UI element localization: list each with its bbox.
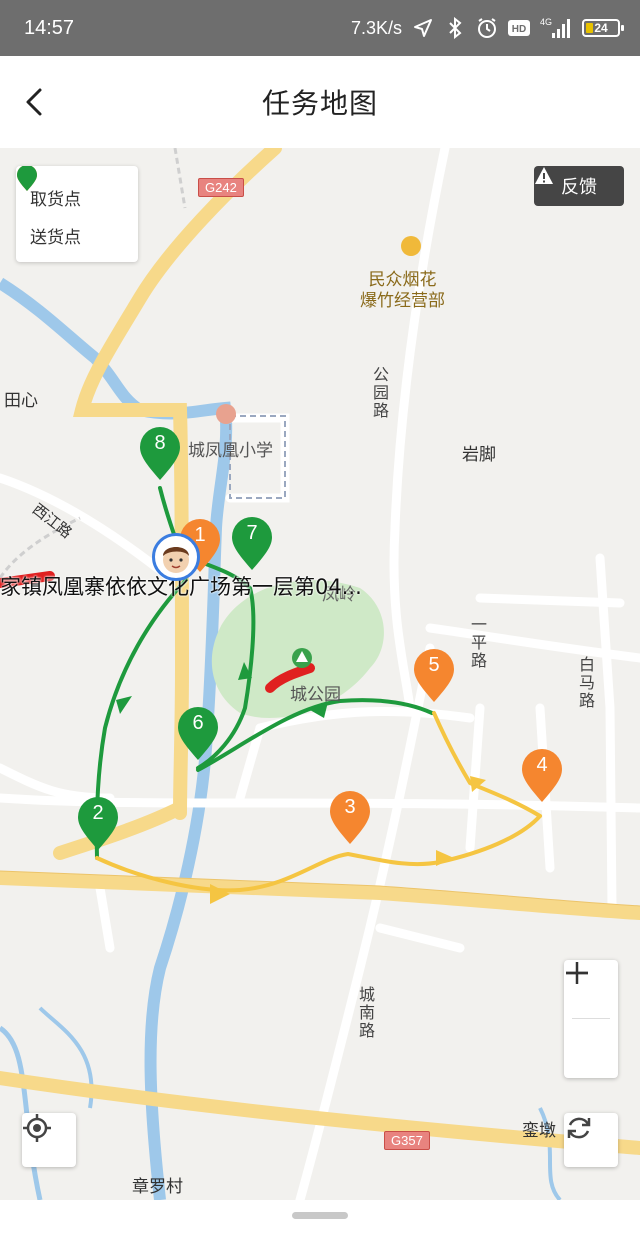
- avatar-face-icon: [163, 547, 189, 573]
- refresh-button[interactable]: [564, 1113, 618, 1167]
- signal-type: 4G: [540, 17, 552, 27]
- status-bar: 14:57 7.3K/s HD 4G 24: [0, 0, 640, 56]
- minus-icon: [566, 971, 588, 975]
- back-button[interactable]: [18, 84, 54, 120]
- alarm-icon: [476, 17, 498, 39]
- marker-6[interactable]: 6: [176, 706, 220, 762]
- status-time: 14:57: [24, 16, 75, 39]
- road-yiping: 一平路: [470, 615, 487, 670]
- rider-avatar[interactable]: [152, 533, 200, 581]
- school-icon: [216, 404, 236, 424]
- marker-7[interactable]: 7: [230, 516, 274, 572]
- battery-icon: 24: [582, 19, 624, 37]
- place-luandun: 銮墩: [522, 1121, 556, 1141]
- road-baima: 白马路: [578, 655, 595, 710]
- place-tianxin: 田心: [4, 391, 38, 411]
- marker-2[interactable]: 2: [76, 796, 120, 852]
- legend-delivery-label: 送货点: [30, 227, 81, 248]
- nav-bar: 任务地图: [0, 56, 640, 148]
- poi-icon: [401, 236, 421, 256]
- bottom-gesture-bar: [0, 1200, 640, 1246]
- net-speed: 7.3K/s: [350, 17, 402, 38]
- poi-fireworks: 民众烟花 爆竹经营部: [360, 270, 445, 311]
- place-yanjiao: 岩脚: [462, 445, 496, 465]
- school-label: 城凤凰小学: [188, 441, 273, 461]
- home-indicator[interactable]: [292, 1212, 348, 1219]
- place-zhangluocun: 章罗村: [132, 1177, 183, 1197]
- map-base: [0, 148, 640, 1200]
- locate-crosshair-icon: [23, 1114, 51, 1142]
- refresh-icon: [567, 1117, 591, 1139]
- park-label: 城公园: [290, 685, 341, 705]
- hd-icon: HD: [508, 17, 530, 39]
- zoom-control: [564, 960, 618, 1078]
- feedback-label: 反馈: [561, 177, 597, 198]
- back-arrow-icon: [26, 88, 42, 116]
- page-title: 任务地图: [261, 87, 378, 120]
- road-chengnan: 城南路: [358, 985, 375, 1040]
- bluetooth-icon: [444, 17, 466, 39]
- legend-delivery: 送货点: [17, 166, 138, 254]
- status-icons: 7.3K/s HD 4G 24: [350, 17, 624, 39]
- map-view[interactable]: 田心 岩脚 章罗村 銮墩 凤岭 民众烟花 爆竹经营部 城凤凰小学 城公园 公园路…: [0, 148, 640, 1200]
- battery-level: 24: [594, 21, 608, 35]
- marker-5[interactable]: 5: [412, 648, 456, 704]
- feedback-button[interactable]: 反馈: [534, 166, 624, 206]
- location-arrow-icon: [412, 17, 434, 39]
- marker-3[interactable]: 3: [328, 790, 372, 846]
- warning-icon: [535, 167, 553, 184]
- highway-g357: G357: [384, 1131, 430, 1150]
- road-gongyuan: 公园路: [372, 365, 389, 420]
- legend-pickup: 取货点: [17, 166, 138, 216]
- locate-button[interactable]: [22, 1113, 76, 1167]
- zoom-out-button[interactable]: [564, 971, 618, 1077]
- marker-4[interactable]: 4: [520, 748, 564, 804]
- delivery-marker-icon: [17, 166, 37, 191]
- signal-icon: 4G: [540, 17, 572, 39]
- marker-8[interactable]: 8: [138, 426, 182, 482]
- map-legend: 取货点 送货点: [16, 166, 138, 262]
- svg-text:HD: HD: [512, 24, 526, 35]
- highway-g242: G242: [198, 178, 244, 197]
